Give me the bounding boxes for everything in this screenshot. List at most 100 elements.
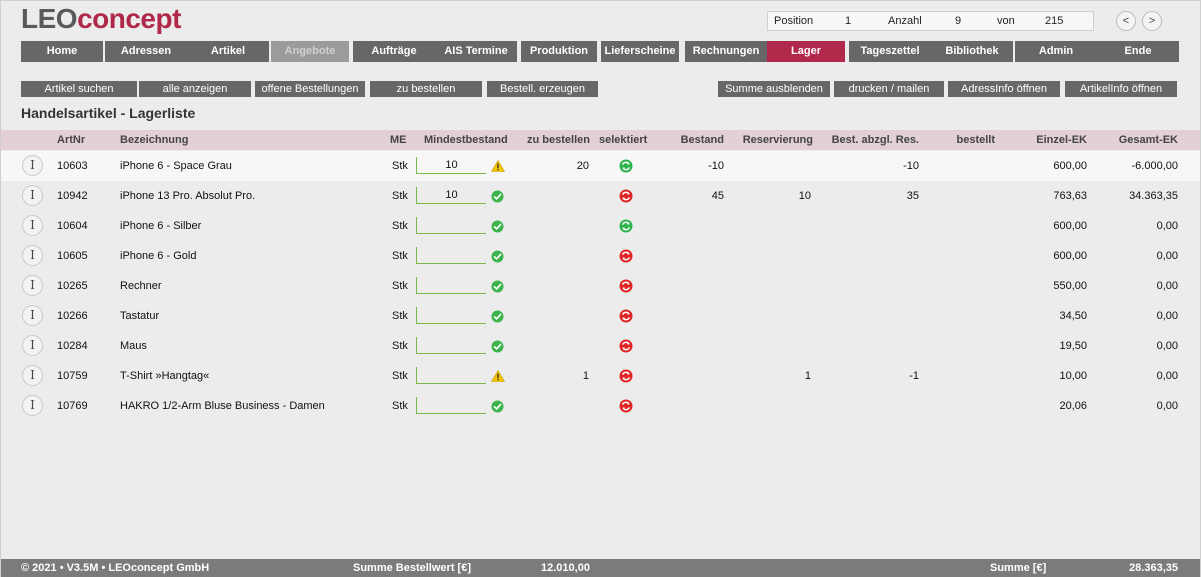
selected-off-icon[interactable] [619,249,633,263]
cell-einzel-ek: 600,00 [1053,160,1087,172]
col-me[interactable]: ME [390,134,407,146]
tab-lieferscheine[interactable]: Lieferscheine [601,41,679,62]
check-icon [491,190,504,203]
warning-icon [490,159,506,172]
action-adressinfo-öffnen-button[interactable]: AdressInfo öffnen [948,81,1060,97]
mindestbestand-input[interactable] [416,397,486,414]
table-row[interactable]: I 10603 iPhone 6 - Space Grau Stk 20 -10… [1,151,1200,181]
cell-bestand: -10 [708,160,724,172]
table-row[interactable]: I 10769 HAKRO 1/2-Arm Bluse Business - D… [1,391,1200,421]
cell-best-abzgl-res: -1 [909,370,919,382]
tab-bibliothek[interactable]: Bibliothek [931,41,1013,62]
check-icon [491,220,504,233]
cell-bezeichnung: iPhone 6 - Space Grau [120,160,232,172]
tab-ais-termine[interactable]: AIS Termine [435,41,517,62]
tab-admin[interactable]: Admin [1015,41,1097,62]
cell-einzel-ek: 19,50 [1059,340,1087,352]
table-row[interactable]: I 10605 iPhone 6 - Gold Stk 600,00 0,00 [1,241,1200,271]
tab-lager[interactable]: Lager [767,41,845,62]
cell-reservierung: 1 [804,370,811,382]
tab-home[interactable]: Home [21,41,103,62]
logo-leo: LEO [21,3,78,34]
info-button[interactable]: I [22,305,43,326]
table-row[interactable]: I 10265 Rechner Stk 550,00 0,00 [1,271,1200,301]
page-title: Handelsartikel - Lagerliste [21,105,196,121]
mindestbestand-input[interactable] [416,247,486,264]
count-label: Anzahl [888,15,922,27]
col-einzel-ek[interactable]: Einzel-EK [1036,134,1087,146]
tab-rechnungen[interactable]: Rechnungen [685,41,767,62]
mindestbestand-input[interactable] [416,337,486,354]
tab-produktion[interactable]: Produktion [521,41,597,62]
mindestbestand-input[interactable] [416,367,486,384]
cell-best-abzgl-res: 35 [906,190,919,202]
info-button[interactable]: I [22,395,43,416]
selected-off-icon[interactable] [619,189,633,203]
table-row[interactable]: I 10759 T-Shirt »Hangtag« Stk 1 1 -1 10,… [1,361,1200,391]
col-artnr[interactable]: ArtNr [57,134,85,146]
table-row[interactable]: I 10942 iPhone 13 Pro. Absolut Pro. Stk … [1,181,1200,211]
cell-bezeichnung: iPhone 13 Pro. Absolut Pro. [120,190,256,202]
cell-artnr: 10759 [57,370,88,382]
col-reservierung[interactable]: Reservierung [743,134,813,146]
check-icon [491,280,504,293]
selected-off-icon[interactable] [619,369,633,383]
action-artikel-suchen-button[interactable]: Artikel suchen [21,81,137,97]
tab-ende[interactable]: Ende [1097,41,1179,62]
next-record-button[interactable]: > [1142,11,1162,31]
selected-off-icon[interactable] [619,309,633,323]
mindestbestand-input[interactable] [416,277,486,294]
table-row[interactable]: I 10604 iPhone 6 - Silber Stk 600,00 0,0… [1,211,1200,241]
info-button[interactable]: I [22,335,43,356]
app-window: LEOconcept Position 1 Anzahl 9 von 215 <… [0,0,1201,577]
selected-off-icon[interactable] [619,279,633,293]
selected-on-icon[interactable] [619,219,633,233]
action-bestell-erzeugen-button[interactable]: Bestell. erzeugen [487,81,598,97]
selected-on-icon[interactable] [619,159,633,173]
col-selektiert[interactable]: selektiert [599,134,647,146]
cell-gesamt-ek: 0,00 [1156,280,1178,292]
cell-artnr: 10284 [57,340,88,352]
col-gesamt-ek[interactable]: Gesamt-EK [1119,134,1178,146]
action-zu-bestellen-button[interactable]: zu bestellen [370,81,482,97]
info-button[interactable]: I [22,365,43,386]
col-best-abzgl-res[interactable]: Best. abzgl. Res. [832,134,919,146]
table-row[interactable]: I 10266 Tastatur Stk 34,50 0,00 [1,301,1200,331]
action-artikelinfo-öffnen-button[interactable]: ArtikelInfo öffnen [1065,81,1177,97]
info-button[interactable]: I [22,275,43,296]
action-drucken-mailen-button[interactable]: drucken / mailen [834,81,944,97]
tab-adressen[interactable]: Adressen [105,41,187,62]
copyright: © 2021 • V3.5M • LEOconcept GmbH [21,562,210,574]
mindestbestand-input[interactable] [416,187,486,204]
cell-gesamt-ek: 0,00 [1156,310,1178,322]
of-value: 215 [1045,15,1064,27]
action-offene-bestellungen-button[interactable]: offene Bestellungen [255,81,365,97]
col-bestellt[interactable]: bestellt [956,134,995,146]
tab-artikel[interactable]: Artikel [187,41,269,62]
selected-off-icon[interactable] [619,339,633,353]
col-zu-bestellen[interactable]: zu bestellen [527,134,590,146]
info-button[interactable]: I [22,215,43,236]
prev-record-button[interactable]: < [1116,11,1136,31]
action-summe-ausblenden-button[interactable]: Summe ausblenden [718,81,830,97]
cell-einzel-ek: 20,06 [1059,400,1087,412]
tab-aufträge[interactable]: Aufträge [353,41,435,62]
cell-gesamt-ek: 0,00 [1156,370,1178,382]
info-button[interactable]: I [22,185,43,206]
cell-einzel-ek: 600,00 [1053,220,1087,232]
mindestbestand-input[interactable] [416,307,486,324]
cell-me: Stk [392,400,408,412]
mindestbestand-input[interactable] [416,157,486,174]
table-row[interactable]: I 10284 Maus Stk 19,50 0,00 [1,331,1200,361]
cell-gesamt-ek: -6.000,00 [1131,160,1178,172]
cell-gesamt-ek: 0,00 [1156,400,1178,412]
info-button[interactable]: I [22,155,43,176]
selected-off-icon[interactable] [619,399,633,413]
action-alle-anzeigen-button[interactable]: alle anzeigen [139,81,251,97]
info-button[interactable]: I [22,245,43,266]
mindestbestand-input[interactable] [416,217,486,234]
col-bestand[interactable]: Bestand [681,134,724,146]
tab-tageszettel[interactable]: Tageszettel [849,41,931,62]
col-bezeichnung[interactable]: Bezeichnung [120,134,188,146]
col-mindestbestand[interactable]: Mindestbestand [424,134,508,146]
